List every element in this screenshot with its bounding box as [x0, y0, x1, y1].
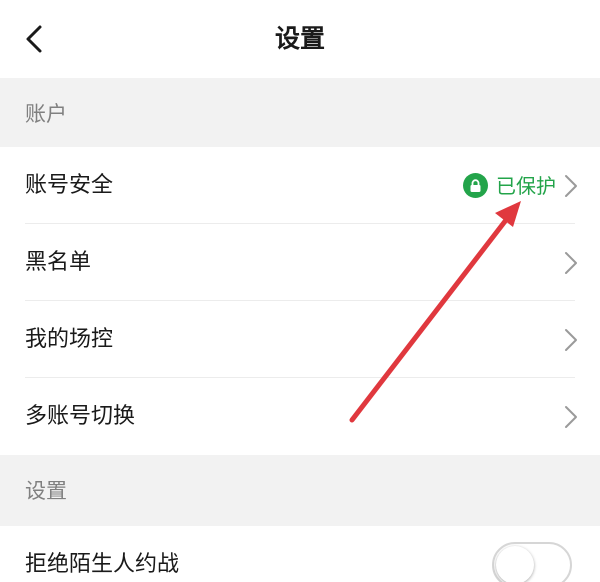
row-label: 黑名单: [25, 249, 92, 275]
row-blacklist[interactable]: 黑名单: [0, 224, 600, 301]
nav-bar: 设置: [0, 0, 600, 78]
row-switch-account[interactable]: 多账号切换: [0, 378, 600, 455]
chevron-right-icon: [565, 328, 577, 351]
protection-status: 已保护: [463, 172, 556, 200]
protection-status-text: 已保护: [496, 173, 556, 198]
row-reject-stranger-battle: 拒绝陌生人约战: [0, 526, 600, 582]
toggle-knob: [496, 546, 534, 582]
section-header-settings: 设置: [0, 455, 600, 526]
page-title: 设置: [274, 24, 325, 53]
settings-screen: 设置 账户 账号安全 已保护 黑名单 我的场控 多账号切换 设置 拒绝陌生人约战: [0, 0, 600, 582]
reject-stranger-battle-toggle[interactable]: [492, 542, 572, 582]
row-label: 拒绝陌生人约战: [25, 552, 180, 577]
row-label: 多账号切换: [25, 403, 136, 429]
row-my-moderators[interactable]: 我的场控: [0, 301, 600, 378]
section-header-label: 账户: [25, 102, 67, 126]
chevron-right-icon: [565, 405, 577, 428]
chevron-right-icon: [565, 174, 577, 197]
row-account-security[interactable]: 账号安全 已保护: [0, 147, 600, 224]
row-label: 账号安全: [25, 172, 114, 198]
chevron-right-icon: [565, 251, 577, 274]
row-label: 我的场控: [25, 326, 114, 352]
section-header-label: 设置: [25, 479, 67, 503]
lock-icon: [463, 173, 488, 198]
section-header-account: 账户: [0, 78, 600, 147]
